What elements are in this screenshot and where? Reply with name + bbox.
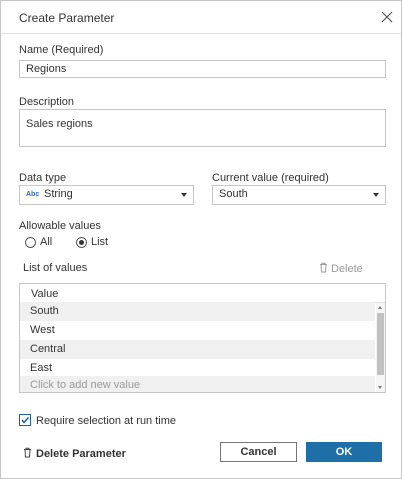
current-value-value: South [219,188,248,200]
cancel-button[interactable]: Cancel [220,442,297,462]
allowable-values-label: Allowable values [19,220,101,232]
require-selection-checkbox[interactable] [19,414,31,426]
description-value: Sales regions [26,118,93,130]
delete-value-label: Delete [331,263,363,275]
radio-selected-dot [79,240,84,245]
ok-button[interactable]: OK [306,442,382,462]
name-input[interactable]: Regions [19,60,386,78]
current-value-select[interactable]: South [212,185,386,205]
delete-parameter-button[interactable]: Delete Parameter [23,447,126,460]
data-type-label: Data type [19,172,67,184]
radio-list-label[interactable]: List [91,236,108,248]
name-input-value: Regions [26,63,67,75]
current-value-label: Current value (required) [212,172,329,184]
trash-icon [24,447,31,458]
scroll-thumb[interactable] [377,313,384,375]
radio-all-label[interactable]: All [40,236,52,248]
description-textarea[interactable]: Sales regions [19,109,386,147]
radio-all[interactable] [25,237,36,248]
values-list-header: Value [20,284,385,303]
create-parameter-dialog: Create Parameter Name (Required) Regions… [0,0,402,479]
radio-list[interactable] [76,237,87,248]
list-item[interactable]: South [20,302,375,321]
data-type-select[interactable]: Abc String [19,185,194,205]
dialog-title: Create Parameter [19,11,115,25]
list-item-label: East [30,362,53,374]
add-value-row[interactable]: Click to add new value [20,376,375,392]
add-value-placeholder: Click to add new value [30,379,141,391]
data-type-value: String [44,188,73,200]
value-column-header: Value [31,288,59,300]
name-label: Name (Required) [19,44,104,56]
list-item-label: South [30,305,59,317]
string-type-icon: Abc [26,191,40,198]
trash-icon [320,262,327,273]
checkmark-icon [21,416,30,424]
dialog-titlebar: Create Parameter [1,1,401,34]
list-of-values-label: List of values [23,262,88,274]
values-list-scrollbar[interactable] [376,303,385,392]
delete-parameter-label: Delete Parameter [36,448,126,460]
chevron-down-icon [181,193,187,197]
scroll-up-icon[interactable] [378,306,382,309]
list-item-label: West [30,324,55,336]
scroll-down-icon[interactable] [378,386,382,389]
list-item[interactable]: West [20,321,375,340]
require-selection-label: Require selection at run time [36,415,177,427]
list-item-label: Central [30,343,66,355]
close-icon[interactable] [379,9,395,25]
chevron-down-icon [373,193,379,197]
list-item[interactable]: Central [20,340,375,359]
delete-value-button[interactable]: Delete [319,262,363,275]
description-label: Description [19,96,75,108]
values-list: Value South West Central East Click to a… [19,283,386,393]
